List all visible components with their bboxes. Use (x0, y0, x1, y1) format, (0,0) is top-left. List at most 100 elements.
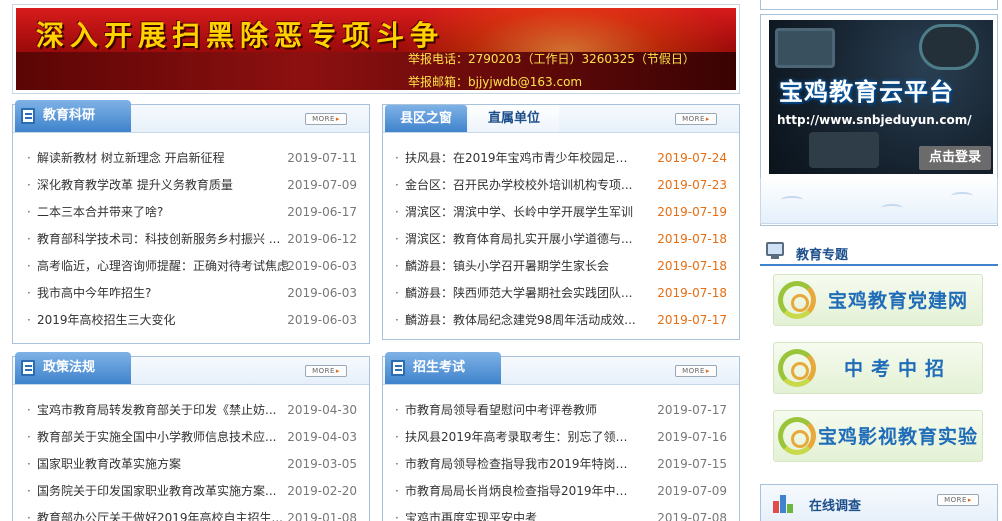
education-topics-header: 教育专题 (760, 236, 998, 266)
login-button[interactable]: 点击登录 (919, 146, 991, 170)
panel-education-research: 教育科研 MORE 解读新教材 树立新理念 开启新征程2019-07-11 深化… (12, 100, 370, 344)
more-button[interactable]: MORE (305, 365, 347, 377)
list-item[interactable]: 深化教育教学改革 提升义务教育质量2019-07-09 (27, 172, 357, 199)
tab-direct-units[interactable]: 直属单位 (469, 105, 559, 132)
news-title[interactable]: 扶风县2019年高考录取考生：别忘了领取你... (405, 424, 637, 451)
tab-label: 政策法规 (43, 360, 96, 375)
list-item[interactable]: 教育部办公厅关于做好2019年高校自主招生...2019-01-08 (27, 505, 357, 521)
list-item[interactable]: 高考临近，心理咨询师提醒：正确对待考试焦虑2019-06-03 (27, 253, 357, 280)
promo-exam-admission[interactable]: 中考中招 (773, 342, 983, 394)
list-item[interactable]: 麟游县：陕西师范大学暑期社会实践团队... 2019-07-18 (395, 280, 727, 307)
list-item[interactable]: 解读新教材 树立新理念 开启新征程2019-07-11 (27, 145, 357, 172)
news-date: 2019-02-20 (287, 484, 357, 498)
news-title[interactable]: 市教育局领导检查指导我市2019年特岗教师... (405, 451, 637, 478)
more-button[interactable]: MORE (305, 113, 347, 125)
list-item[interactable]: 教育部关于实施全国中小学教师信息技术应...2019-04-03 (27, 424, 357, 451)
news-title[interactable]: 麟游县：陕西师范大学暑期社会实践团队... (405, 280, 637, 307)
more-button[interactable]: MORE (675, 365, 717, 377)
promo-film-education[interactable]: 宝鸡影视教育实验 (773, 410, 983, 462)
banner-title: 深入开展扫黑除恶专项斗争 (36, 19, 445, 52)
swirl-logo-icon (778, 281, 816, 319)
news-title[interactable]: 麟游县：教体局纪念建党98周年活动成效... (405, 307, 637, 334)
news-date: 2019-07-17 (657, 313, 727, 327)
news-date: 2019-06-12 (287, 232, 357, 246)
news-title[interactable]: 宝鸡市再度实现平安中考 (405, 505, 637, 521)
more-button[interactable]: MORE (675, 113, 717, 125)
panel-policy-regulations: 政策法规 MORE 宝鸡市教育局转发教育部关于印发《禁止妨...2019-04-… (12, 352, 370, 521)
news-date: 2019-07-19 (657, 205, 727, 219)
news-date: 2019-07-09 (287, 178, 357, 192)
more-button[interactable]: MORE (937, 494, 979, 506)
list-item[interactable]: 市教育局局长肖炳良检查指导2019年中考评... 2019-07-09 (395, 478, 727, 505)
news-title[interactable]: 深化教育教学改革 提升义务教育质量 (37, 172, 289, 199)
news-list: 扶风县：在2019年宝鸡市青少年校园足球... 2019-07-24 金台区：召开… (383, 133, 739, 334)
dove-icon (951, 192, 973, 200)
news-date: 2019-07-15 (657, 457, 727, 471)
list-item[interactable]: 宝鸡市教育局转发教育部关于印发《禁止妨...2019-04-30 (27, 397, 357, 424)
section-title: 在线调查 (809, 499, 862, 514)
news-date: 2019-07-11 (287, 151, 357, 165)
news-title[interactable]: 高考临近，心理咨询师提醒：正确对待考试焦虑 (37, 253, 289, 280)
list-item[interactable]: 金台区：召开民办学校校外培训机构专项... 2019-07-23 (395, 172, 727, 199)
right-top-border (760, 0, 998, 10)
document-icon (21, 108, 35, 124)
list-item[interactable]: 渭滨区：渭滨中学、长岭中学开展学生军训 2019-07-19 (395, 199, 727, 226)
news-title[interactable]: 2019年高校招生三大变化 (37, 307, 289, 334)
banner-mail: 举报邮箱：bjjyjwdb@163.com (408, 75, 583, 89)
list-item[interactable]: 国务院关于印发国家职业教育改革实施方案...2019-02-20 (27, 478, 357, 505)
promo-party-building[interactable]: 宝鸡教育党建网 (773, 274, 983, 326)
news-title[interactable]: 扶风县：在2019年宝鸡市青少年校园足球... (405, 145, 637, 172)
news-title[interactable]: 解读新教材 树立新理念 开启新征程 (37, 145, 289, 172)
news-title[interactable]: 国家职业教育改革实施方案 (37, 451, 289, 478)
news-title[interactable]: 教育部办公厅关于做好2019年高校自主招生... (37, 505, 289, 521)
anti-crime-banner[interactable]: 深入开展扫黑除恶专项斗争 举报电话：2790203（工作日）3260325（节假… (12, 4, 740, 94)
swirl-logo-icon (778, 417, 816, 455)
cloud-platform-banner[interactable]: 宝鸡教育云平台 http://www.snbjeduyun.com/ 点击登录 (769, 20, 993, 174)
list-item[interactable]: 麟游县：镇头小学召开暑期学生家长会 2019-07-18 (395, 253, 727, 280)
tab-admission-exams[interactable]: 招生考试 (385, 352, 501, 384)
list-item[interactable]: 宝鸡市再度实现平安中考 2019-07-08 (395, 505, 727, 521)
news-title[interactable]: 我市高中今年咋招生? (37, 280, 289, 307)
tab-policy-regulations[interactable]: 政策法规 (15, 352, 131, 384)
list-item[interactable]: 教育部科学技术司：科技创新服务乡村振兴 ...2019-06-12 (27, 226, 357, 253)
news-title[interactable]: 国务院关于印发国家职业教育改革实施方案... (37, 478, 289, 505)
banner-image: 深入开展扫黑除恶专项斗争 举报电话：2790203（工作日）3260325（节假… (16, 8, 736, 90)
promo-label: 宝鸡影视教育实验 (818, 426, 979, 448)
news-title[interactable]: 金台区：召开民办学校校外培训机构专项... (405, 172, 637, 199)
news-list: 解读新教材 树立新理念 开启新征程2019-07-11 深化教育教学改革 提升义… (13, 133, 369, 334)
news-date: 2019-01-08 (287, 511, 357, 521)
chip-decoration (809, 132, 879, 168)
list-item[interactable]: 二本三本合并带来了啥?2019-06-17 (27, 199, 357, 226)
tab-education-research[interactable]: 教育科研 (15, 100, 131, 132)
banner-phone: 举报电话：2790203（工作日）3260325（节假日） (408, 52, 695, 66)
panel-header: 县区之窗 直属单位 MORE (383, 105, 739, 133)
cloud-platform-url: http://www.snbjeduyun.com/ (777, 113, 972, 127)
list-item[interactable]: 市教育局领导检查指导我市2019年特岗教师... 2019-07-15 (395, 451, 727, 478)
news-title[interactable]: 渭滨区：教育体育局扎实开展小学道德与... (405, 226, 637, 253)
promo-label: 中考中招 (843, 358, 952, 380)
news-date: 2019-07-18 (657, 259, 727, 273)
list-item[interactable]: 我市高中今年咋招生?2019-06-03 (27, 280, 357, 307)
list-item[interactable]: 市教育局领导看望慰问中考评卷教师 2019-07-17 (395, 397, 727, 424)
list-item[interactable]: 2019年高校招生三大变化2019-06-03 (27, 307, 357, 334)
news-title[interactable]: 市教育局局长肖炳良检查指导2019年中考评... (405, 478, 637, 505)
list-item[interactable]: 国家职业教育改革实施方案2019-03-05 (27, 451, 357, 478)
news-title[interactable]: 宝鸡市教育局转发教育部关于印发《禁止妨... (37, 397, 289, 424)
list-item[interactable]: 扶风县：在2019年宝鸡市青少年校园足球... 2019-07-24 (395, 145, 727, 172)
news-title[interactable]: 市教育局领导看望慰问中考评卷教师 (405, 397, 637, 424)
list-item[interactable]: 麟游县：教体局纪念建党98周年活动成效... 2019-07-17 (395, 307, 727, 334)
news-title[interactable]: 二本三本合并带来了啥? (37, 199, 289, 226)
tab-county-window[interactable]: 县区之窗 (385, 105, 467, 132)
panel-header: 政策法规 MORE (13, 352, 369, 385)
news-title[interactable]: 教育部科学技术司：科技创新服务乡村振兴 ... (37, 226, 289, 253)
list-item[interactable]: 渭滨区：教育体育局扎实开展小学道德与... 2019-07-18 (395, 226, 727, 253)
bar-chart-icon (769, 491, 795, 513)
news-date: 2019-06-03 (287, 313, 357, 327)
news-title[interactable]: 教育部关于实施全国中小学教师信息技术应... (37, 424, 289, 451)
news-title[interactable]: 麟游县：镇头小学召开暑期学生家长会 (405, 253, 637, 280)
news-title[interactable]: 渭滨区：渭滨中学、长岭中学开展学生军训 (405, 199, 637, 226)
cloud-platform-title: 宝鸡教育云平台 (779, 78, 954, 106)
monitor-icon (766, 242, 784, 259)
panel-admission-exams: 招生考试 MORE 市教育局领导看望慰问中考评卷教师 2019-07-17 扶风县… (382, 352, 740, 521)
list-item[interactable]: 扶风县2019年高考录取考生：别忘了领取你... 2019-07-16 (395, 424, 727, 451)
